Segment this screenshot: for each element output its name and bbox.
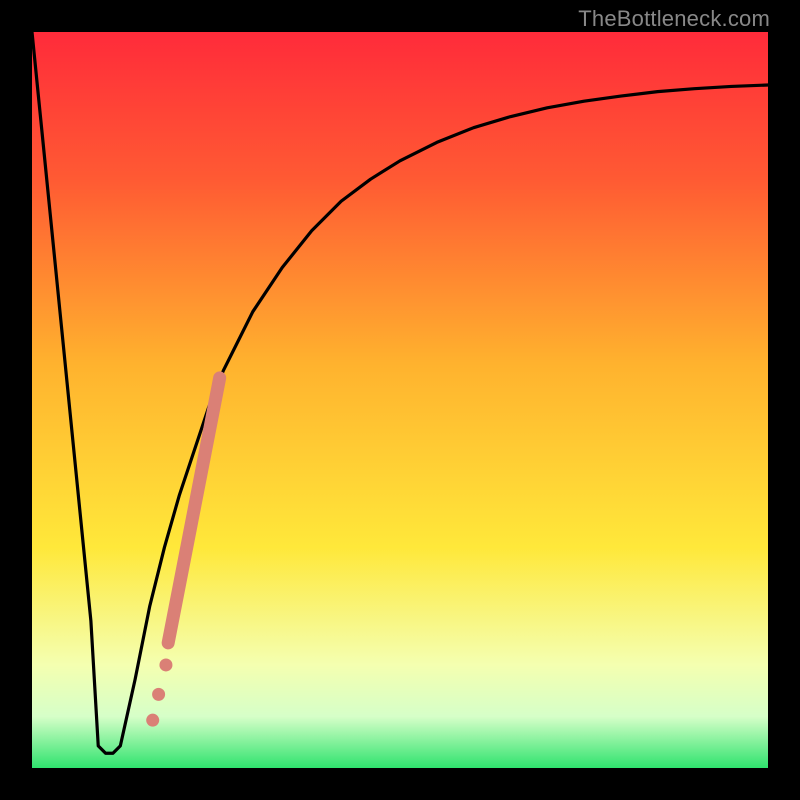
attribution-text: TheBottleneck.com: [578, 6, 770, 32]
chart-svg: [32, 32, 768, 768]
highlight-dot: [152, 688, 165, 701]
gradient-background: [32, 32, 768, 768]
highlight-dot: [146, 714, 159, 727]
chart-frame: TheBottleneck.com: [0, 0, 800, 800]
plot-area: [32, 32, 768, 768]
highlight-dot: [159, 658, 172, 671]
